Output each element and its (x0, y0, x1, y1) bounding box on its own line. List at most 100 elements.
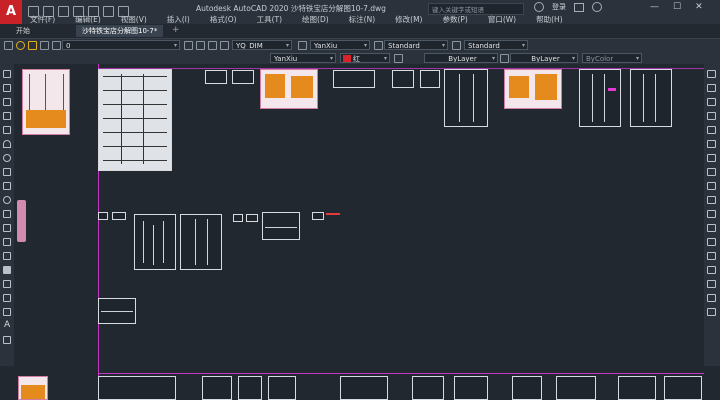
linetype-icon[interactable] (394, 54, 403, 63)
gradient-icon[interactable] (3, 280, 11, 288)
join-icon[interactable] (707, 252, 716, 260)
bottom-drawing-10[interactable] (618, 376, 656, 400)
chamfer-icon[interactable] (707, 266, 716, 274)
layer-name-dropdown[interactable]: YanXiu (270, 53, 336, 63)
ellipse-arc-icon[interactable] (3, 210, 11, 218)
bottom-drawing-8[interactable] (512, 376, 542, 400)
break-icon[interactable] (707, 238, 716, 246)
elevation-drawing-4[interactable] (180, 214, 222, 270)
insert-block-icon[interactable] (3, 224, 11, 232)
table-style-dropdown[interactable]: Standard (384, 40, 448, 50)
cabinet-drawing[interactable] (22, 69, 70, 135)
extend-icon[interactable] (707, 210, 716, 218)
circle-icon[interactable] (3, 154, 11, 162)
polyline-icon[interactable] (3, 98, 11, 106)
bottom-drawing-3[interactable] (238, 376, 262, 400)
layer-previous-icon[interactable] (196, 41, 205, 50)
minimize-icon[interactable]: — (650, 2, 659, 12)
bottom-drawing-1[interactable] (98, 376, 176, 400)
bottom-drawing-11[interactable] (664, 376, 702, 400)
erase-icon[interactable] (707, 70, 716, 78)
frame-sketch-drawing[interactable] (134, 214, 176, 270)
stretch-icon[interactable] (707, 182, 716, 190)
user-icon[interactable] (534, 2, 544, 12)
region-icon[interactable] (3, 294, 11, 302)
break-at-point-icon[interactable] (707, 224, 716, 232)
offset-icon[interactable] (707, 112, 716, 120)
elevation-drawing-1[interactable] (444, 69, 488, 127)
detail-drawing-11[interactable] (312, 212, 324, 220)
layer-color-icon[interactable] (52, 41, 61, 50)
cabinet-drawing-bottom[interactable] (18, 376, 48, 400)
cabinet-3d-drawing-2[interactable] (504, 69, 562, 109)
explode-icon[interactable] (707, 308, 716, 316)
rectangle-icon[interactable] (3, 126, 11, 134)
color-dropdown[interactable]: 红 (340, 53, 390, 63)
layer-lock-icon[interactable] (40, 41, 49, 50)
text-style-dropdown[interactable]: YanXiu (310, 40, 370, 50)
cabinet-3d-drawing-1[interactable] (260, 69, 318, 109)
arc-icon[interactable] (3, 140, 11, 148)
close-icon[interactable]: ✕ (695, 2, 703, 12)
blend-icon[interactable] (707, 294, 716, 302)
table-style-icon[interactable] (374, 41, 383, 50)
spline-icon[interactable] (3, 182, 11, 190)
detail-drawing-1[interactable] (205, 70, 227, 84)
dimension-style-icon[interactable] (220, 41, 229, 50)
parts-table-drawing[interactable] (98, 69, 172, 171)
array-icon[interactable] (707, 126, 716, 134)
multileader-style-icon[interactable] (452, 41, 461, 50)
detail-drawing-7[interactable] (112, 212, 126, 220)
elevation-drawing-3[interactable] (630, 69, 672, 127)
multiline-text-icon[interactable]: A (4, 320, 10, 330)
linetype-dropdown[interactable]: ByLayer (424, 53, 498, 63)
lineweight-icon[interactable] (500, 54, 509, 63)
rotate-icon[interactable] (707, 154, 716, 162)
revision-cloud-icon[interactable] (3, 168, 11, 176)
hatch-icon[interactable] (3, 266, 11, 274)
bottom-drawing-5[interactable] (340, 376, 388, 400)
autocad-logo-icon[interactable]: A (0, 0, 22, 24)
ellipse-icon[interactable] (3, 196, 11, 204)
make-block-icon[interactable] (3, 238, 11, 246)
layer-dropdown[interactable]: 0 (62, 40, 180, 50)
construction-line-icon[interactable] (3, 84, 11, 92)
plot-style-dropdown[interactable]: ByColor (582, 53, 642, 63)
detail-drawing-8[interactable] (233, 214, 243, 222)
fillet-icon[interactable] (707, 280, 716, 288)
make-current-icon[interactable] (184, 41, 193, 50)
bottom-drawing-9[interactable] (556, 376, 596, 400)
help-icon[interactable] (592, 2, 602, 12)
mirror-icon[interactable] (707, 98, 716, 106)
bottom-drawing-6[interactable] (412, 376, 444, 400)
detail-drawing-2[interactable] (232, 70, 254, 84)
dim-style-dropdown[interactable]: YQ_DIM (232, 40, 292, 50)
point-icon[interactable] (3, 252, 11, 260)
bottom-drawing-7[interactable] (454, 376, 488, 400)
detail-drawing-6[interactable] (98, 212, 108, 220)
detail-drawing-12[interactable] (98, 298, 136, 324)
maximize-icon[interactable]: ☐ (673, 2, 681, 12)
layer-states-icon[interactable] (208, 41, 217, 50)
detail-drawing-3[interactable] (333, 70, 375, 88)
copy-icon[interactable] (707, 84, 716, 92)
lineweight-dropdown[interactable]: ByLayer (510, 53, 578, 63)
tab-start[interactable]: 开始 (10, 25, 36, 37)
layer-freeze-icon[interactable] (28, 41, 37, 50)
elevation-drawing-2[interactable] (579, 69, 621, 127)
bottom-drawing-4[interactable] (268, 376, 296, 400)
polygon-icon[interactable] (3, 112, 11, 120)
cart-icon[interactable] (574, 2, 584, 12)
text-style-icon[interactable] (298, 41, 307, 50)
vertical-scroll-thumb[interactable] (17, 200, 26, 242)
line-icon[interactable] (3, 70, 11, 78)
move-icon[interactable] (707, 140, 716, 148)
layer-properties-icon[interactable] (4, 41, 13, 50)
table-icon[interactable] (3, 308, 11, 316)
detail-drawing-9[interactable] (246, 214, 258, 222)
tab-drawing[interactable]: 沙特铁宝店分解图10-7* (76, 25, 164, 37)
trim-icon[interactable] (707, 196, 716, 204)
new-tab-icon[interactable]: + (172, 25, 180, 35)
detail-drawing-10[interactable] (262, 212, 300, 240)
detail-drawing-5[interactable] (420, 70, 440, 88)
